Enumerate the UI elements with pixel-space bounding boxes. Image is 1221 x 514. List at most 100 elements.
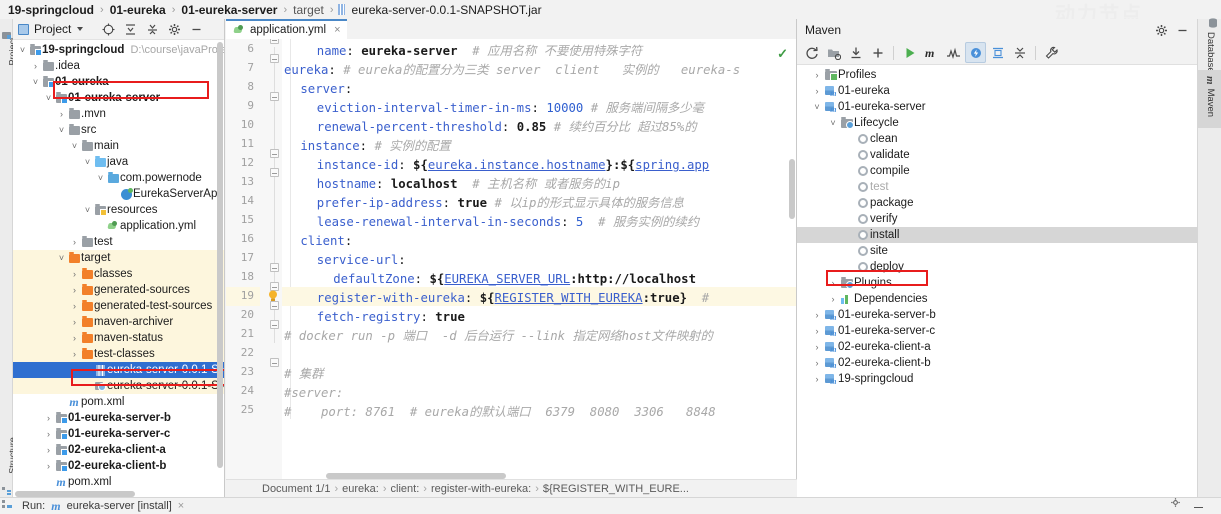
chevron-right-icon[interactable]: › [30, 58, 41, 74]
project-tree-item-test-classes[interactable]: › test-classes [13, 346, 224, 362]
editor-body[interactable]: 6 7 8 9 10 11 12 13 14 15 16 17 18 19 20 21 22 23 24 25 nam… [226, 39, 796, 479]
project-tree-item-maven-archiver[interactable]: › maven-archiver [13, 314, 224, 330]
project-tree[interactable]: mpom.xmlmpom.xml›02-eureka-client-b›02-e… [13, 40, 224, 497]
refresh-icon[interactable] [801, 42, 822, 63]
code-line[interactable]: # docker run -p 端口 -d 后台运行 --link 指定网络ho… [282, 327, 713, 346]
maven-tree-item-profiles[interactable]: › Profiles [797, 67, 1197, 83]
project-tree-item-02-eureka-client-b[interactable]: › 02-eureka-client-b [13, 458, 224, 474]
project-tree-item-generated-sources[interactable]: › generated-sources [13, 282, 224, 298]
maven-tree-item-lifecycle[interactable]: ˅ Lifecycle [797, 115, 1197, 131]
add-maven-project-icon[interactable] [823, 42, 844, 63]
chevron-right-icon[interactable]: › [827, 291, 839, 307]
chevron-right-icon[interactable]: › [69, 298, 80, 314]
maven-tree-item-01-eureka-server[interactable]: ˅ 01-eureka-server [797, 99, 1197, 115]
fold-marker[interactable] [270, 39, 279, 44]
close-icon[interactable]: × [178, 500, 184, 512]
close-icon[interactable]: × [334, 24, 340, 36]
code-line[interactable]: instance: # 实例的配置 [282, 137, 450, 156]
toggle-offline-mode-icon[interactable] [965, 42, 986, 63]
settings-wrench-icon[interactable] [1041, 42, 1062, 63]
chevron-right-icon[interactable]: › [56, 106, 67, 122]
project-tree-item-idea[interactable]: › .idea [13, 58, 224, 74]
project-tree-item-01-eureka-server[interactable]: ˅ 01-eureka-server [13, 90, 224, 106]
project-tree-item-src[interactable]: ˅ src [13, 122, 224, 138]
project-tree-item-maven-status[interactable]: › maven-status [13, 330, 224, 346]
project-tree-item-01-eureka[interactable]: ˅ 01-eureka [13, 74, 224, 90]
maven-tree-item-verify[interactable]: verify [797, 211, 1197, 227]
breadcrumb-item-project[interactable]: 19-springcloud [6, 3, 96, 17]
project-tree-item-resources[interactable]: ˅ resources [13, 202, 224, 218]
chevron-right-icon[interactable]: › [69, 314, 80, 330]
editor-tab-application-yml[interactable]: application.yml × [226, 19, 347, 39]
chevron-down-icon[interactable]: ˅ [827, 115, 839, 131]
project-tree-item-application-yml[interactable]: application.yml [13, 218, 224, 234]
fold-marker[interactable] [270, 320, 279, 329]
chevron-right-icon[interactable]: › [43, 442, 54, 458]
settings-gear-icon[interactable] [163, 20, 185, 39]
maven-goals-tree[interactable]: › 19-springcloud › 02-eureka-client-b › 02-eu… [797, 65, 1197, 497]
maven-tree-item-site[interactable]: site [797, 243, 1197, 259]
project-tree-item-19-springcloud[interactable]: ˅ 19-springcloud D:\course\javaProje [13, 42, 224, 58]
status-crumb-register[interactable]: register-with-eureka: [431, 483, 531, 495]
maven-tree-item-clean[interactable]: clean [797, 131, 1197, 147]
chevron-down-icon[interactable]: ˅ [69, 138, 80, 154]
status-crumb-value[interactable]: ${REGISTER_WITH_EURE... [543, 483, 689, 495]
maven-tree-item-plugins[interactable]: › Plugins [797, 275, 1197, 291]
maven-tree-item-test[interactable]: test [797, 179, 1197, 195]
fold-marker[interactable] [270, 92, 279, 101]
editor-scrollbar[interactable] [789, 159, 795, 219]
code-line[interactable]: eviction-interval-timer-in-ms: 10000 # 服… [282, 99, 704, 118]
breadcrumb-item-target[interactable]: target [291, 3, 326, 17]
chevron-right-icon[interactable]: › [811, 323, 823, 339]
chevron-down-icon[interactable]: ˅ [30, 74, 41, 90]
maven-tree-item-validate[interactable]: validate [797, 147, 1197, 163]
fold-marker[interactable] [270, 54, 279, 63]
project-tree-item-test[interactable]: › test [13, 234, 224, 250]
chevron-right-icon[interactable]: › [811, 355, 823, 371]
code-line[interactable]: eureka: # eureka的配置分为三类 server client 实例… [282, 61, 740, 80]
minimize-icon[interactable] [1172, 20, 1193, 41]
project-tree-item-eurekaserverap[interactable]: EurekaServerAp [13, 186, 224, 202]
code-line[interactable]: fetch-registry: true [282, 308, 465, 327]
project-tree-item-target[interactable]: ˅ target [13, 250, 224, 266]
project-tree-item-pom-xml[interactable]: mpom.xml [13, 394, 224, 410]
code-line[interactable]: instance-id: ${eureka.instance.hostname}… [282, 156, 709, 175]
chevron-down-icon[interactable]: ˅ [82, 202, 93, 218]
run-icon[interactable] [899, 42, 920, 63]
code-line[interactable]: server: [282, 80, 352, 99]
chevron-right-icon[interactable]: › [811, 339, 823, 355]
project-tree-item-mvn[interactable]: › .mvn [13, 106, 224, 122]
project-tree-item-classes[interactable]: › classes [13, 266, 224, 282]
chevron-right-icon[interactable]: › [811, 67, 823, 83]
toggle-skip-tests-icon[interactable] [943, 42, 964, 63]
code-line[interactable]: client: [282, 232, 352, 251]
chevron-right-icon[interactable]: › [69, 282, 80, 298]
intention-bulb-icon[interactable] [268, 290, 278, 302]
maven-tree-item-02-eureka-client-a[interactable]: › 02-eureka-client-a [797, 339, 1197, 355]
chevron-right-icon[interactable]: › [811, 83, 823, 99]
code-line[interactable]: name: eureka-server # 应用名称 不要使用特殊字符 [282, 42, 642, 61]
chevron-right-icon[interactable]: › [43, 410, 54, 426]
gear-icon[interactable] [1170, 497, 1181, 511]
code-line[interactable]: prefer-ip-address: true # 以ip的形式显示具体的服务信… [282, 194, 684, 213]
gear-icon[interactable] [1151, 20, 1172, 41]
project-scrollbar[interactable] [217, 42, 223, 468]
maven-tree-item-compile[interactable]: compile [797, 163, 1197, 179]
chevron-right-icon[interactable]: › [811, 307, 823, 323]
chevron-right-icon[interactable]: › [69, 330, 80, 346]
code-line[interactable]: hostname: localhost # 主机名称 或者服务的ip [282, 175, 620, 194]
collapse-all-icon[interactable] [141, 20, 163, 39]
chevron-down-icon[interactable]: ˅ [82, 154, 93, 170]
tool-tab-maven[interactable]: m Maven [1198, 70, 1221, 128]
maven-tree-item-01-eureka[interactable]: › 01-eureka [797, 83, 1197, 99]
plus-icon[interactable] [867, 42, 888, 63]
chevron-right-icon[interactable]: › [69, 234, 80, 250]
code-content[interactable]: name: eureka-server # 应用名称 不要使用特殊字符 eurek… [282, 39, 796, 479]
chevron-right-icon[interactable]: › [69, 266, 80, 282]
maven-tree-item-01-eureka-server-c[interactable]: › 01-eureka-server-c [797, 323, 1197, 339]
minimize-icon[interactable] [1194, 507, 1203, 508]
breadcrumb-item-eureka-server[interactable]: 01-eureka-server [179, 3, 279, 17]
fold-marker[interactable] [270, 301, 279, 310]
run-configuration-label[interactable]: eureka-server [install] [67, 500, 172, 512]
project-tree-item-01-eureka-server-b[interactable]: › 01-eureka-server-b [13, 410, 224, 426]
